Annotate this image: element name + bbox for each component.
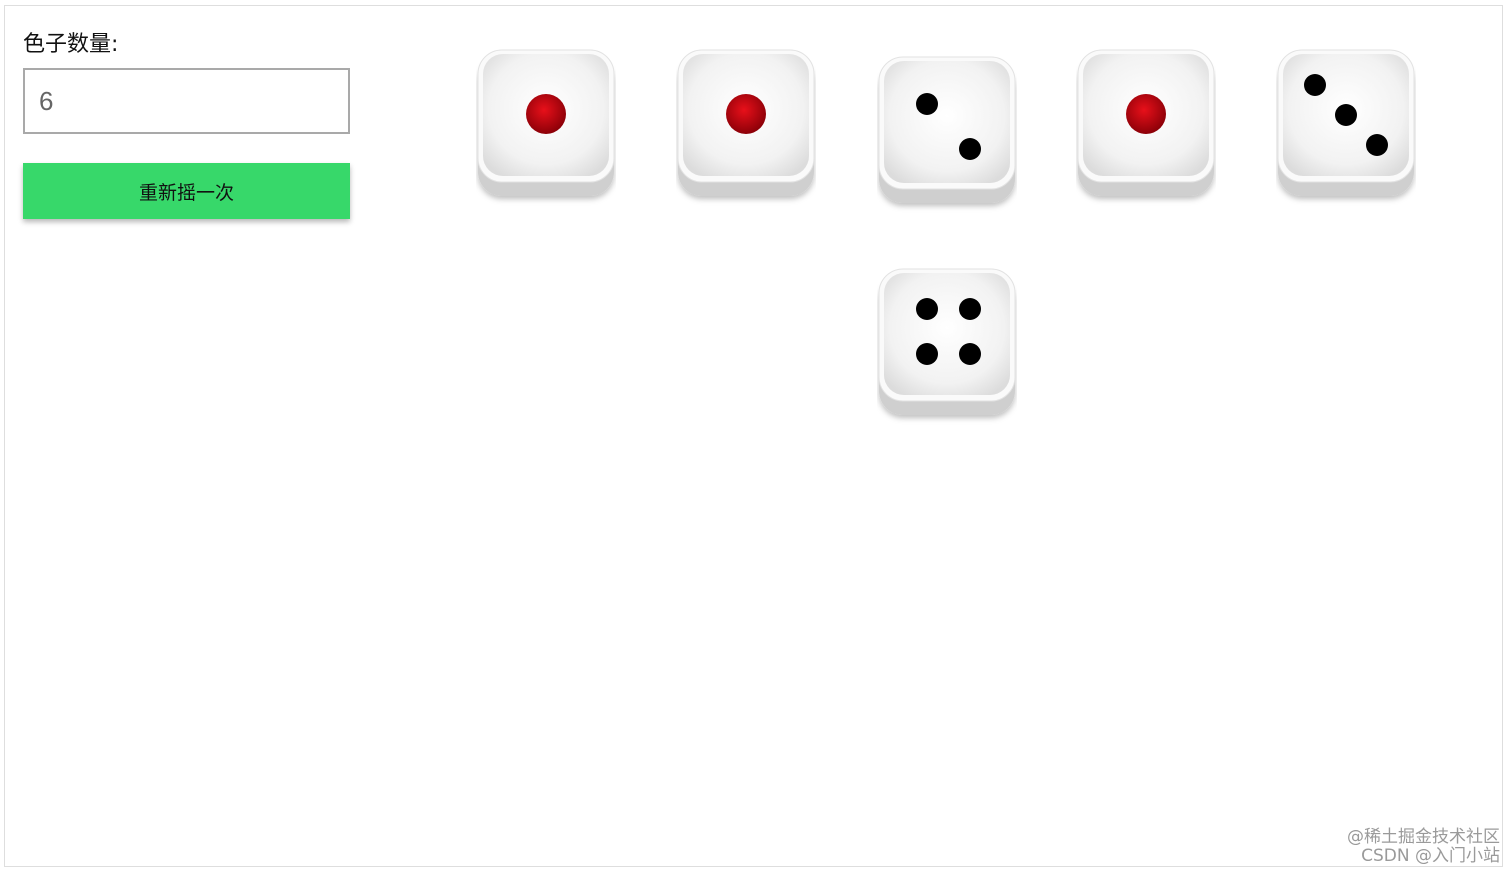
- watermark-line-1: @稀土掘金技术社区: [1347, 827, 1500, 847]
- die-5: [1276, 48, 1416, 208]
- reroll-button[interactable]: 重新摇一次: [23, 163, 350, 219]
- die-6-pip-3: [916, 343, 938, 365]
- die-6-pip-1: [916, 298, 938, 320]
- die-6-pip-4: [959, 343, 981, 365]
- die-6-pip-2: [959, 298, 981, 320]
- die-2: [676, 48, 816, 208]
- die-4: [1076, 48, 1216, 208]
- die-1: [476, 48, 616, 208]
- die-1-pip-1: [526, 94, 566, 134]
- die-5-pip-2: [1335, 104, 1357, 126]
- die-5-pip-3: [1366, 134, 1388, 156]
- die-3-pip-2: [959, 138, 981, 160]
- die-2-pip-1: [726, 94, 766, 134]
- die-6: [877, 267, 1017, 427]
- dice-count-label: 色子数量:: [23, 32, 119, 57]
- die-5-pip-1: [1304, 74, 1326, 96]
- watermark: @稀土掘金技术社区 CSDN @入门小站: [1347, 828, 1500, 866]
- dice-count-input[interactable]: [23, 68, 350, 134]
- watermark-line-2: CSDN @入门小站: [1361, 846, 1500, 866]
- die-4-pip-1: [1126, 94, 1166, 134]
- die-3-pip-1: [916, 93, 938, 115]
- die-3: [877, 55, 1017, 215]
